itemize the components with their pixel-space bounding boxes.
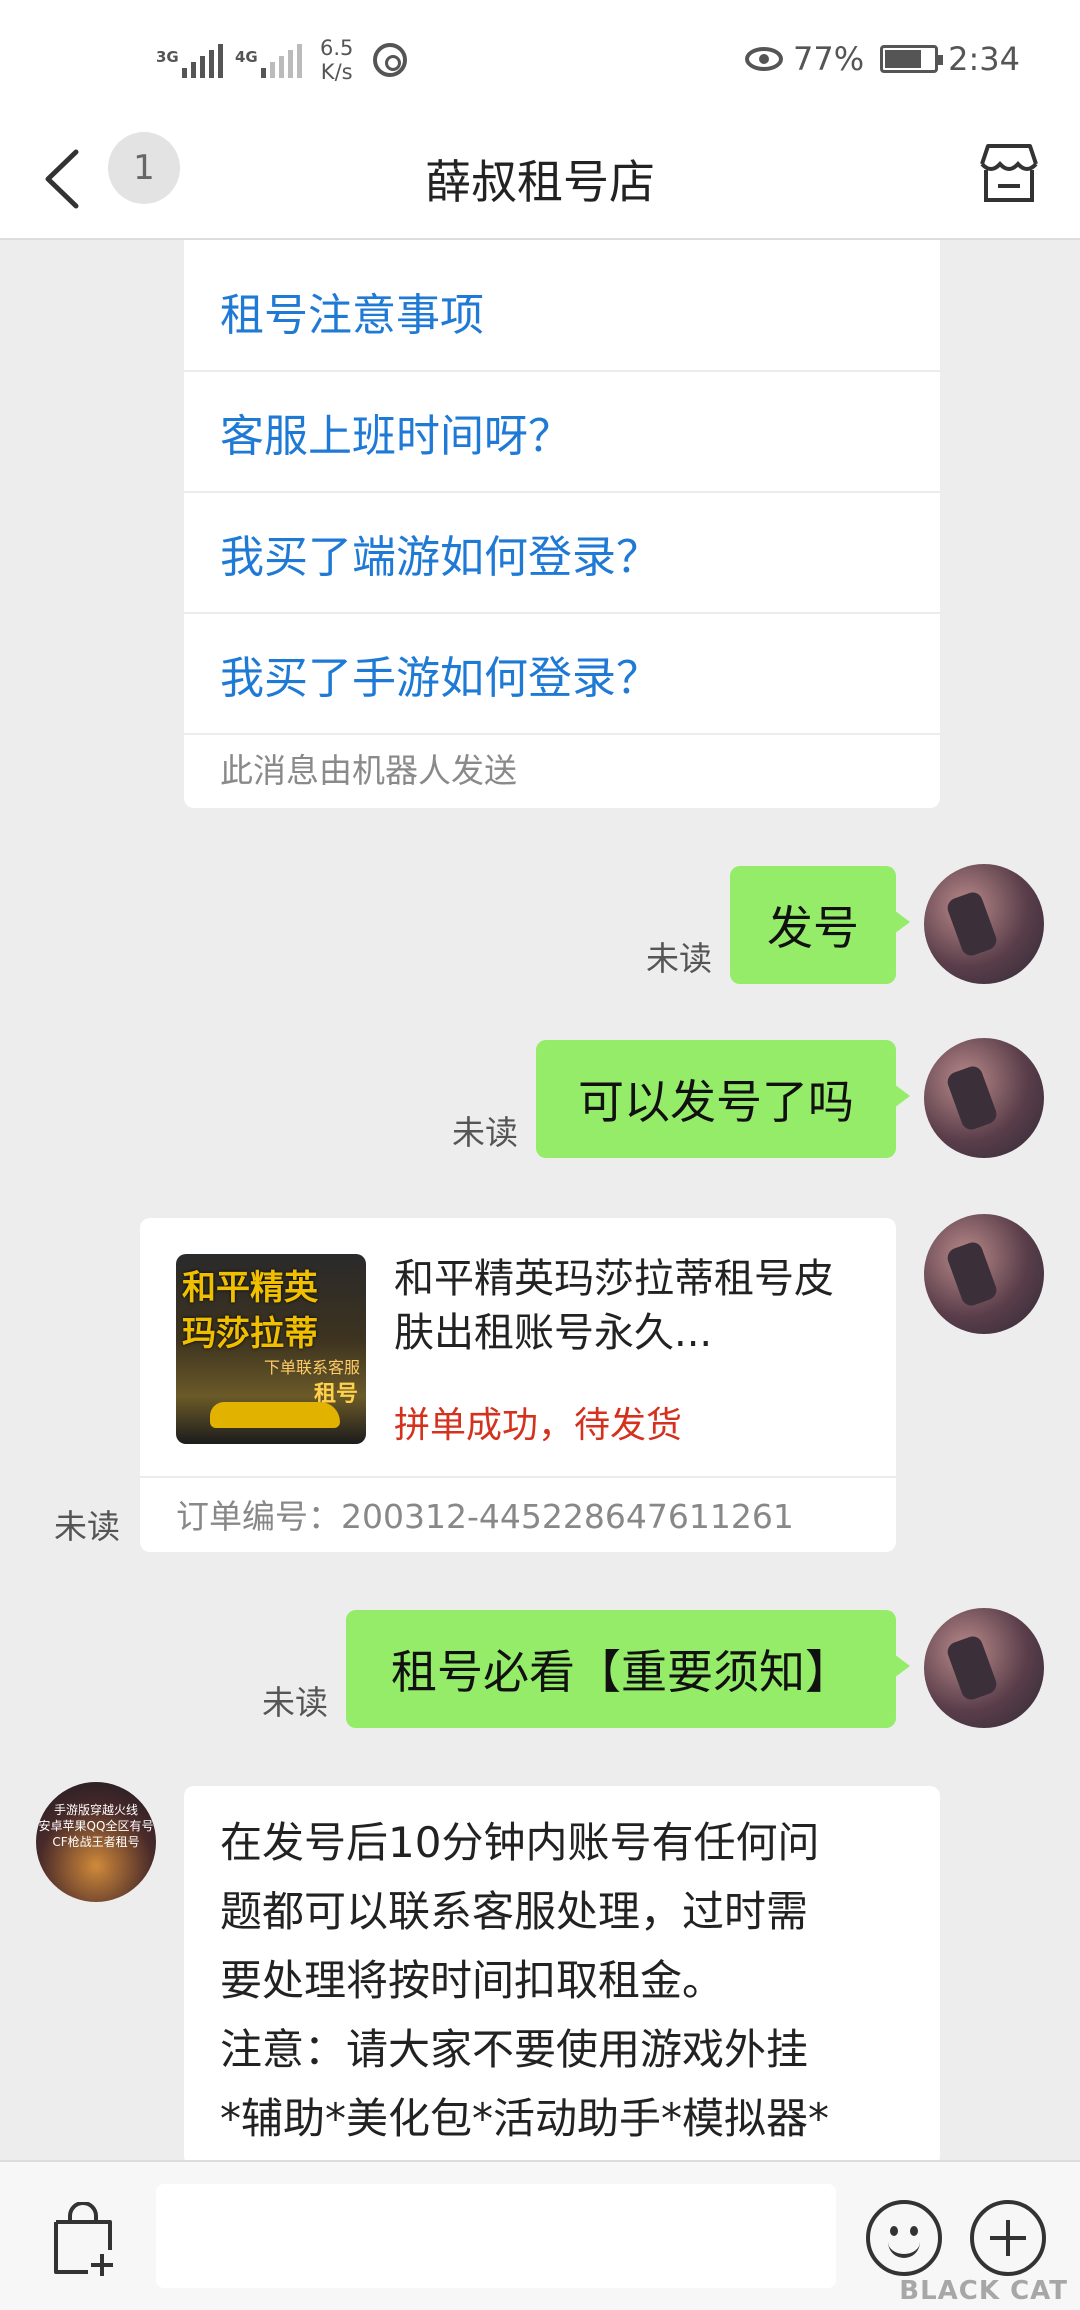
read-status: 未读 [262,1683,328,1722]
avatar[interactable] [924,864,1044,984]
message-bubble[interactable]: 发号 [730,866,910,984]
network-speed: 6.5 K/s [320,36,354,84]
avatar[interactable] [924,1214,1044,1334]
clock: 2:34 [948,40,1020,78]
menu-item-mobile-login[interactable]: 我买了手游如何登录？ [184,614,940,735]
status-left: 3G 4G 6.5 K/s [156,36,408,84]
shop-message-bubble[interactable]: 在发号后10分钟内账号有任何问 题都可以联系客服处理，过时需 要处理将按时间扣取… [184,1786,940,2166]
battery-icon [880,45,944,73]
status-bar: 3G 4G 6.5 K/s 77% 2:34 [0,0,1080,118]
car-image [210,1402,340,1428]
menu-item-service-hours[interactable]: 客服上班时间呀？ [184,372,940,493]
battery-percent: 77% [793,40,865,78]
message-bubble[interactable]: 可以发号了吗 [536,1040,910,1158]
order-number: 订单编号：200312-445228647611261 [176,1497,794,1536]
signal-4g-icon: 4G [235,42,302,78]
read-status: 未读 [452,1113,518,1152]
menu-item-rental-notes[interactable]: 租号注意事项 [184,240,940,372]
divider [140,1476,896,1478]
message-bubble[interactable]: 租号必看【重要须知】 [346,1610,910,1728]
robot-footer: 此消息由机器人发送 [220,751,517,790]
message-input[interactable] [156,2184,836,2288]
eye-comfort-icon [745,47,784,71]
bag-plus-icon[interactable] [48,2202,118,2278]
avatar[interactable] [924,1038,1044,1158]
product-thumbnail[interactable]: 和平精英 玛莎拉蒂 下单联系客服 租号 [176,1254,366,1444]
product-order-card[interactable]: 和平精英 玛莎拉蒂 下单联系客服 租号 和平精英玛莎拉蒂租号皮肤出租账号永久..… [140,1218,896,1552]
watermark: BLACK CAT [899,2276,1068,2306]
product-title: 和平精英玛莎拉蒂租号皮肤出租账号永久... [394,1256,834,1356]
order-status: 拼单成功，待发货 [394,1405,683,1446]
status-right: 77% 2:34 [745,40,1020,78]
chat-header: 1 薛叔租号店 [0,118,1080,240]
hotspot-icon [373,43,408,77]
signal-3g-icon: 3G [156,42,223,78]
robot-menu-card: 租号注意事项 客服上班时间呀？ 我买了端游如何登录？ 我买了手游如何登录？ 此消… [184,240,940,808]
read-status: 未读 [54,1507,120,1546]
read-status: 未读 [646,939,712,978]
store-icon[interactable] [974,138,1044,208]
page-title: 薛叔租号店 [425,155,655,209]
menu-item-pc-login[interactable]: 我买了端游如何登录？ [184,493,940,614]
avatar[interactable] [924,1608,1044,1728]
shop-avatar[interactable]: 手游版穿越火线 安卓苹果QQ全区有号 CF枪战王者租号 [36,1782,156,1902]
